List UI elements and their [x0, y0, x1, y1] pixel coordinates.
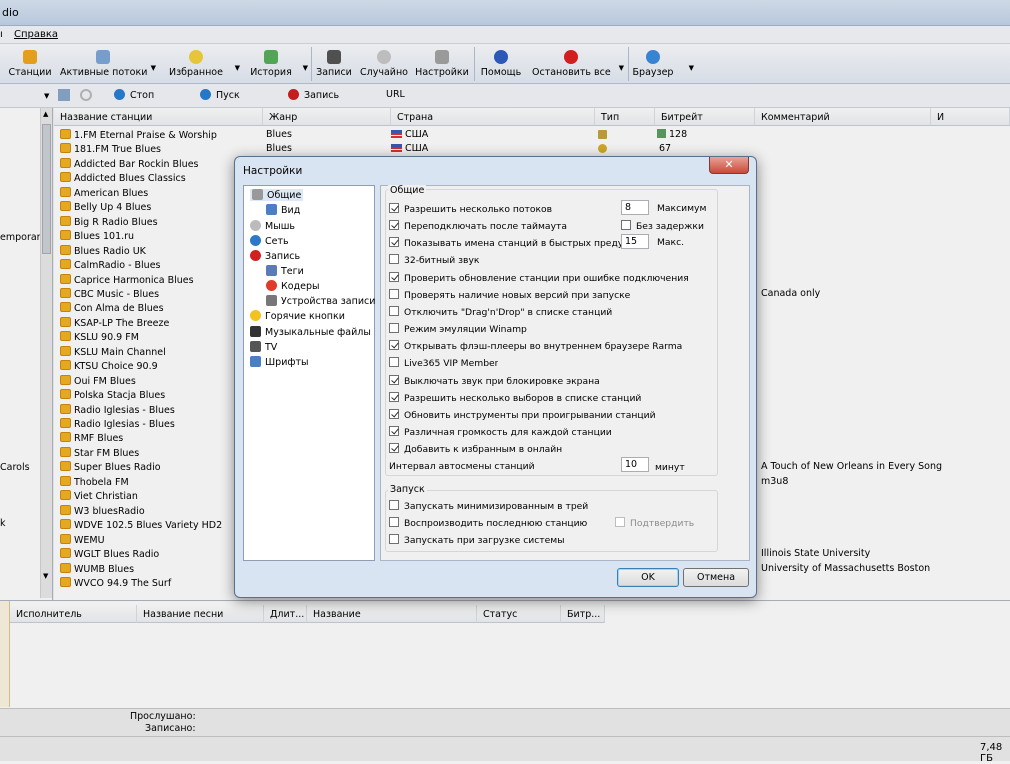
tag-icon	[266, 265, 277, 276]
wrench-icon	[252, 189, 263, 200]
font-icon	[250, 356, 261, 367]
settings-dialog: Настройки ✕ Общие Вид Мышь Сеть Запись Т…	[234, 156, 757, 598]
max-streams-input[interactable]: 8	[621, 200, 649, 215]
window-icon	[266, 204, 277, 215]
cancel-button[interactable]: Отмена	[683, 568, 749, 587]
option-label: Проверить обновление станции при ошибке …	[404, 273, 689, 284]
checkbox[interactable]	[389, 220, 399, 230]
option-checkbox[interactable]: Запускать при загрузке системы	[389, 534, 565, 546]
settings-tree: Общие Вид Мышь Сеть Запись Теги Кодеры У…	[243, 185, 375, 561]
checkbox[interactable]	[389, 203, 399, 213]
option-label: Отключить "Drag'n'Drop" в списке станций	[404, 307, 613, 318]
checkbox[interactable]	[389, 443, 399, 453]
option-label: Переподключать после таймаута	[404, 221, 567, 232]
option-label: Добавить к избранным в онлайн	[404, 444, 563, 455]
checkbox[interactable]	[389, 237, 399, 247]
option-checkbox[interactable]: Режим эмуляции Winamp	[389, 323, 527, 335]
tree-item-music[interactable]: Музыкальные файлы	[250, 326, 371, 338]
option-label: Разрешить несколько потоков	[404, 204, 553, 215]
option-label: Показывать имена станций в быстрых преду…	[404, 238, 621, 249]
option-checkbox[interactable]: Воспроизводить последнюю станцию	[389, 517, 587, 529]
general-group-title: Общие	[388, 185, 427, 196]
checkbox[interactable]	[389, 409, 399, 419]
interval-input[interactable]: 10	[621, 457, 649, 472]
close-button[interactable]: ✕	[709, 157, 749, 174]
option-checkbox[interactable]: Live365 VIP Member	[389, 357, 498, 369]
globe-icon	[250, 235, 261, 246]
option-checkbox[interactable]: Добавить к избранным в онлайн	[389, 443, 562, 455]
option-checkbox[interactable]: Запускать минимизированным в трей	[389, 500, 588, 512]
checkbox[interactable]	[389, 254, 399, 264]
max-names-input[interactable]: 15	[621, 234, 649, 249]
option-label: Live365 VIP Member	[404, 358, 499, 369]
option-label: Режим эмуляции Winamp	[404, 324, 527, 335]
settings-panel: Общие Разрешить несколько потоков Перепод…	[380, 185, 750, 561]
option-label: Разрешить несколько выборов в списке ста…	[404, 393, 642, 404]
no-delay-box[interactable]	[621, 220, 631, 230]
hotkey-icon	[250, 310, 261, 321]
encoder-icon	[266, 280, 277, 291]
option-checkbox[interactable]: Проверять наличие новых версий при запус…	[389, 289, 630, 301]
checkbox[interactable]	[389, 357, 399, 367]
option-label: Проверять наличие новых версий при запус…	[404, 290, 631, 301]
checkbox[interactable]	[389, 426, 399, 436]
option-checkbox[interactable]: Открывать флэш-плееры во внутреннем брау…	[389, 340, 682, 352]
checkbox[interactable]	[389, 517, 399, 527]
option-checkbox[interactable]: Разрешить несколько потоков	[389, 203, 552, 215]
option-label: Выключать звук при блокировке экрана	[404, 376, 600, 387]
tree-item-encoders[interactable]: Кодеры	[266, 280, 320, 292]
option-checkbox[interactable]: Различная громкость для каждой станции	[389, 426, 612, 438]
tree-item-tags[interactable]: Теги	[266, 265, 304, 277]
option-label: Открывать флэш-плееры во внутреннем брау…	[404, 341, 683, 352]
option-label: Обновить инструменты при проигрывании ст…	[404, 410, 656, 421]
confirm-checkbox: Подтвердить	[615, 517, 694, 529]
tree-item-hotkeys[interactable]: Горячие кнопки	[250, 310, 345, 322]
tree-item-tv[interactable]: TV	[250, 341, 277, 353]
device-icon	[266, 295, 277, 306]
checkbox[interactable]	[389, 500, 399, 510]
max-label: Максимум	[657, 203, 707, 214]
checkbox[interactable]	[389, 534, 399, 544]
option-checkbox[interactable]: Переподключать после таймаута	[389, 220, 567, 232]
checkbox[interactable]	[389, 392, 399, 402]
tv-icon	[250, 341, 261, 352]
interval-unit: минут	[655, 462, 685, 473]
checkbox[interactable]	[389, 340, 399, 350]
tree-item-network[interactable]: Сеть	[250, 235, 289, 247]
interval-label: Интервал автосмены станций	[389, 461, 535, 472]
option-label: Воспроизводить последнюю станцию	[404, 518, 588, 529]
checkbox[interactable]	[389, 375, 399, 385]
option-label: Запускать при загрузке системы	[404, 535, 565, 546]
tree-item-mouse[interactable]: Мышь	[250, 220, 295, 232]
mouse-icon	[250, 220, 261, 231]
checkbox[interactable]	[389, 306, 399, 316]
confirm-box	[615, 517, 625, 527]
checkbox[interactable]	[389, 323, 399, 333]
option-checkbox[interactable]: Разрешить несколько выборов в списке ста…	[389, 392, 641, 404]
option-label: Запускать минимизированным в трей	[404, 501, 589, 512]
option-checkbox[interactable]: Обновить инструменты при проигрывании ст…	[389, 409, 656, 421]
startup-group-title: Запуск	[388, 484, 427, 495]
checkbox[interactable]	[389, 272, 399, 282]
ok-button[interactable]: OK	[617, 568, 679, 587]
dialog-title: Настройки	[243, 165, 303, 177]
record-icon	[250, 250, 261, 261]
option-checkbox[interactable]: 32-битный звук	[389, 254, 479, 266]
checkbox[interactable]	[389, 289, 399, 299]
tree-item-fonts[interactable]: Шрифты	[250, 356, 309, 368]
option-checkbox[interactable]: Проверить обновление станции при ошибке …	[389, 272, 689, 284]
option-checkbox[interactable]: Отключить "Drag'n'Drop" в списке станций	[389, 306, 612, 318]
option-checkbox[interactable]: Показывать имена станций в быстрых преду…	[389, 237, 621, 249]
max-names-label: Макс.	[657, 237, 685, 248]
close-icon: ✕	[724, 158, 734, 171]
tree-item-record[interactable]: Запись	[250, 250, 300, 262]
tree-item-general[interactable]: Общие	[250, 189, 304, 201]
no-delay-checkbox[interactable]: Без задержки	[621, 220, 704, 232]
music-icon	[250, 326, 261, 337]
option-checkbox[interactable]: Выключать звук при блокировке экрана	[389, 375, 600, 387]
tree-item-devices[interactable]: Устройства записи	[266, 295, 375, 307]
option-label: Различная громкость для каждой станции	[404, 427, 612, 438]
option-label: 32-битный звук	[404, 255, 480, 266]
tree-item-view[interactable]: Вид	[266, 204, 300, 216]
